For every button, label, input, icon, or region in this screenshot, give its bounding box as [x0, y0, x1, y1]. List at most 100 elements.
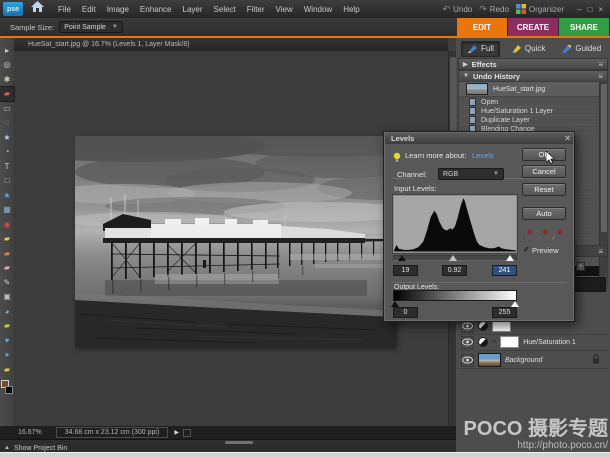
- preview-checkbox[interactable]: ✓: [523, 245, 530, 254]
- input-black-slider[interactable]: [398, 255, 406, 261]
- menu-item[interactable]: File: [58, 5, 71, 14]
- recompose-tool[interactable]: ▦: [0, 203, 14, 218]
- redo-button[interactable]: ↷Redo: [479, 4, 509, 15]
- input-white-slider[interactable]: [506, 255, 514, 261]
- paint-bucket-tool[interactable]: ◕: [0, 304, 14, 319]
- eraser-tool[interactable]: ▰: [0, 261, 14, 276]
- panel-menu-icon[interactable]: ≡: [598, 60, 603, 69]
- ok-button[interactable]: OK: [522, 148, 566, 161]
- marquee-tool[interactable]: ▭: [0, 101, 14, 116]
- input-gamma-value[interactable]: 0.92: [442, 265, 467, 276]
- sponge-tool[interactable]: ▰: [0, 362, 14, 377]
- layer-name[interactable]: Hue/Saturation 1: [523, 339, 576, 346]
- crop-tool[interactable]: □: [0, 174, 14, 189]
- edit[interactable]: EDIT: [457, 18, 507, 36]
- menu-item[interactable]: Select: [214, 5, 236, 14]
- background-color-swatch[interactable]: [5, 386, 13, 394]
- zoom-tool[interactable]: ◎: [0, 58, 14, 73]
- menu-item[interactable]: Help: [343, 5, 359, 14]
- photo-pier-grayscale[interactable]: [75, 136, 395, 347]
- redo-icon: ↷: [479, 4, 487, 15]
- scroll-thumb[interactable]: [601, 84, 608, 232]
- layer-row-background[interactable]: Background: [458, 352, 608, 369]
- maximize-button[interactable]: □: [587, 5, 593, 14]
- white-point-eyedropper-icon[interactable]: [552, 229, 563, 241]
- link-icon: ∞: [492, 339, 496, 345]
- blur-tool[interactable]: ●: [0, 348, 14, 363]
- history-document-row[interactable]: HueSat_start.jpg: [459, 82, 608, 97]
- gray-point-eyedropper-icon[interactable]: [537, 229, 548, 241]
- menu-item[interactable]: Filter: [247, 5, 265, 14]
- edit-mode-guided-button[interactable]: Guided: [556, 42, 606, 56]
- home-icon[interactable]: [31, 0, 44, 18]
- project-bin-toggle-icon[interactable]: ▲: [4, 445, 10, 451]
- reset-button[interactable]: Reset: [522, 183, 566, 196]
- cookie-cutter-tool[interactable]: ★: [0, 188, 14, 203]
- create[interactable]: CREATE: [508, 18, 558, 36]
- dialog-title-bar[interactable]: Levels: [385, 133, 573, 144]
- document-title-bar[interactable]: HueSat_start.jpg @ 16.7% (Levels 1, Laye…: [14, 38, 448, 51]
- history-item[interactable]: Hue/Saturation 1 Layer: [459, 107, 599, 116]
- magic-wand-tool[interactable]: ★: [0, 130, 14, 145]
- input-gamma-slider[interactable]: [449, 255, 457, 261]
- shape-tool[interactable]: ♥: [0, 333, 14, 348]
- layer-row-hue-saturation[interactable]: ∞ Hue/Saturation 1: [458, 334, 608, 351]
- type-tool[interactable]: T: [0, 159, 14, 174]
- organizer-button[interactable]: Organizer: [516, 4, 564, 14]
- output-black-value[interactable]: 0: [393, 307, 418, 318]
- output-levels-gradient[interactable]: [393, 290, 517, 301]
- guided-edit-icon: [561, 44, 572, 54]
- cancel-button[interactable]: Cancel: [522, 165, 566, 178]
- undo-button[interactable]: ↶Undo: [443, 4, 473, 15]
- tool-options-bar: Sample Size: Point Sample▼: [0, 18, 457, 36]
- layer-name[interactable]: Background: [505, 357, 542, 364]
- input-white-value[interactable]: 241: [492, 265, 517, 276]
- edit-mode-quick-button[interactable]: Quick: [506, 42, 550, 56]
- status-options-arrow-icon[interactable]: ▶: [174, 429, 179, 436]
- zoom-level[interactable]: 16.67%: [18, 429, 42, 436]
- dialog-close-icon[interactable]: ✕: [564, 133, 571, 144]
- auto-button[interactable]: Auto: [522, 207, 566, 220]
- output-white-value[interactable]: 255: [492, 307, 517, 318]
- menu-item[interactable]: View: [276, 5, 293, 14]
- red-eye-tool[interactable]: ◉: [0, 217, 14, 232]
- tools-palette: ▸◎✱▰▭◌★◔T□★▦◉▰▰▰✎▣◕▰♥●▰: [0, 38, 14, 452]
- preview-label: Preview: [532, 246, 559, 255]
- panel-menu-icon[interactable]: ≡: [598, 72, 603, 81]
- gradient-tool[interactable]: ▰: [0, 319, 14, 334]
- hand-tool[interactable]: ✱: [0, 72, 14, 87]
- layers-panel-option-icon[interactable]: +: [576, 262, 585, 271]
- smart-brush-tool[interactable]: ▰: [0, 246, 14, 261]
- channel-dropdown[interactable]: RGB▼: [438, 168, 504, 180]
- layer-mask-thumbnail[interactable]: [500, 336, 519, 348]
- history-item[interactable]: Open: [459, 98, 599, 107]
- layer-thumbnail[interactable]: [478, 353, 501, 367]
- visibility-eye-icon[interactable]: [461, 336, 474, 349]
- minimize-button[interactable]: –: [577, 5, 582, 14]
- move-tool[interactable]: ▸: [0, 43, 14, 58]
- panel-menu-icon[interactable]: ≡: [598, 247, 603, 256]
- color-swatches[interactable]: [0, 379, 14, 397]
- black-point-eyedropper-icon[interactable]: [522, 229, 533, 241]
- eyedropper-tool[interactable]: ▰: [0, 87, 14, 102]
- menu-item[interactable]: Window: [304, 5, 332, 14]
- healing-brush-tool[interactable]: ▰: [0, 232, 14, 247]
- project-bin-bar[interactable]: ▲ Show Project Bin: [0, 444, 456, 452]
- quick-selection-tool[interactable]: ◔: [0, 145, 14, 160]
- brush-tool[interactable]: ✎: [0, 275, 14, 290]
- share[interactable]: SHARE: [559, 18, 609, 36]
- visibility-eye-icon[interactable]: [461, 354, 474, 367]
- input-black-value[interactable]: 19: [393, 265, 418, 276]
- history-item[interactable]: Duplicate Layer: [459, 116, 599, 125]
- menu-item[interactable]: Enhance: [140, 5, 172, 14]
- menu-item[interactable]: Edit: [82, 5, 96, 14]
- learn-more-link[interactable]: Levels: [472, 151, 494, 160]
- clone-stamp-tool[interactable]: ▣: [0, 290, 14, 305]
- menu-item[interactable]: Layer: [183, 5, 203, 14]
- menu-item[interactable]: Image: [107, 5, 129, 14]
- edit-mode-full-button[interactable]: Full: [461, 41, 500, 57]
- lasso-tool[interactable]: ◌: [0, 116, 14, 131]
- sample-size-dropdown[interactable]: Point Sample▼: [59, 21, 123, 33]
- close-button[interactable]: ×: [598, 5, 604, 14]
- effects-panel-header[interactable]: ▶ Effects ≡: [458, 58, 608, 70]
